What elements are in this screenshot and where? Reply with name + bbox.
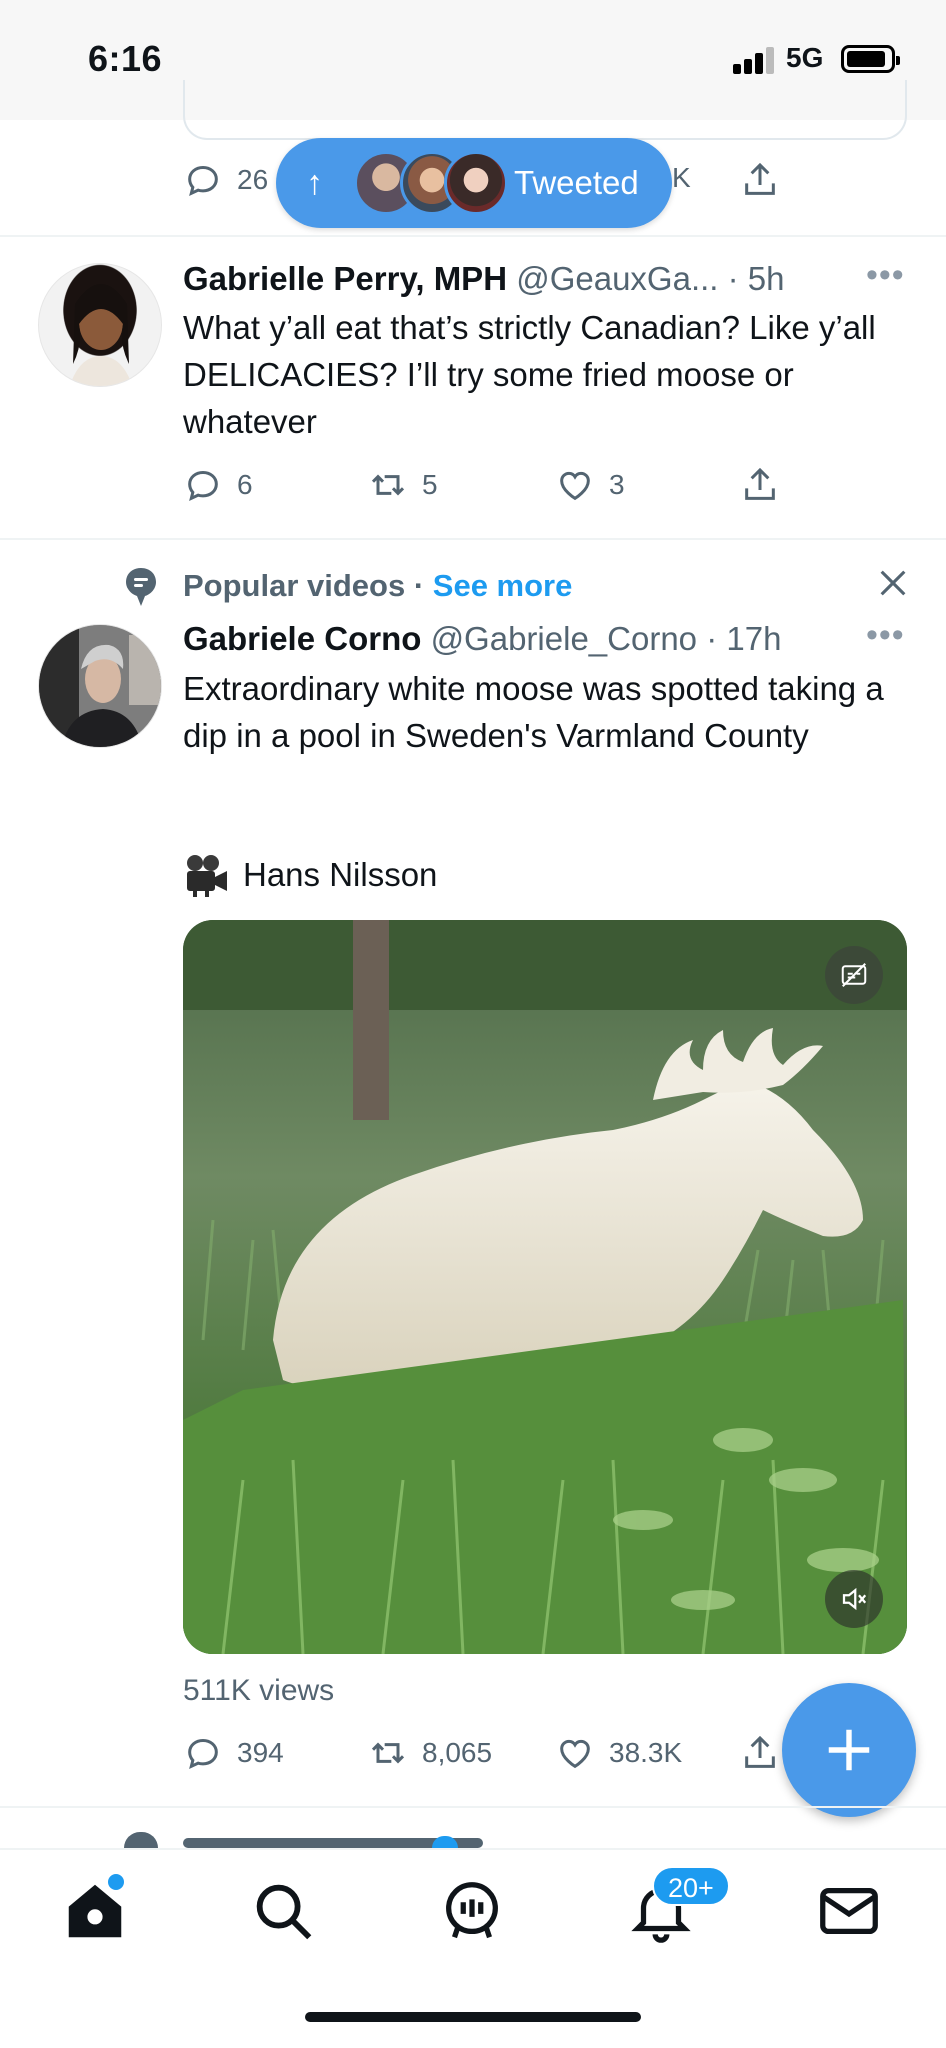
share-icon [745, 467, 775, 500]
prev-reply-count: 26 [237, 164, 269, 195]
tweet-time: · 17h [706, 620, 782, 657]
retweet-count: 8,065 [422, 1737, 493, 1768]
topic-icon [126, 568, 156, 606]
avatar-portrait [69, 284, 133, 386]
share-button[interactable] [740, 465, 780, 505]
avatar[interactable] [38, 624, 162, 748]
retweet-icon [371, 1742, 405, 1764]
compose-button[interactable] [782, 1683, 916, 1817]
author-handle[interactable]: @Gabriele_Corno [431, 620, 697, 657]
social-context-label: Popular videos · [183, 568, 433, 603]
reply-count: 6 [237, 469, 253, 500]
like-button[interactable]: 38.3K [555, 1733, 682, 1773]
video-credit[interactable]: Hans Nilsson [183, 853, 437, 897]
notifications-badge: 20+ [652, 1866, 730, 1906]
search-icon [256, 1884, 312, 1940]
arrow-up-icon: ↑ [306, 163, 323, 202]
prev-reply-button[interactable]: 26 [183, 160, 268, 200]
share-button[interactable] [740, 1733, 780, 1773]
see-more-link[interactable]: See more [433, 568, 573, 603]
battery-icon [841, 45, 900, 73]
closed-captions-icon [841, 963, 867, 987]
retweet-button[interactable]: 8,065 [368, 1733, 492, 1773]
next-tweet-topic-icon [124, 1832, 158, 1848]
quoted-card-edge[interactable] [183, 80, 907, 140]
tweet-text: What y’all eat that’s strictly Canadian?… [183, 309, 876, 440]
video-player[interactable] [183, 920, 907, 1654]
pill-avatars [354, 148, 508, 218]
tab-search[interactable] [248, 1876, 318, 1946]
pill-label: Tweeted [514, 164, 639, 201]
tweet-text: Extraordinary white moose was spotted ta… [183, 670, 884, 754]
more-icon[interactable]: ••• [866, 256, 905, 295]
mute-button[interactable] [825, 1570, 883, 1628]
reply-button[interactable]: 394 [183, 1733, 284, 1773]
status-time: 6:16 [88, 38, 163, 79]
author-handle[interactable]: @GeauxGa... [516, 260, 718, 297]
tweet-header: Gabrielle Perry, MPH @GeauxGa... · 5h [183, 260, 785, 298]
reply-icon [188, 165, 218, 197]
tab-messages[interactable] [814, 1876, 884, 1946]
divider [0, 538, 946, 540]
tab-spaces[interactable] [437, 1876, 507, 1946]
tweet-header: Gabriele Corno @Gabriele_Corno · 17h [183, 620, 781, 658]
home-indicator [305, 2012, 641, 2022]
author-name[interactable]: Gabriele Corno [183, 620, 421, 657]
more-icon[interactable]: ••• [866, 616, 905, 655]
retweet-button[interactable]: 5 [368, 465, 438, 505]
divider [0, 235, 946, 237]
closed-captions-button[interactable] [825, 946, 883, 1004]
retweet-icon [371, 474, 405, 496]
mute-icon [842, 1587, 867, 1611]
like-icon [560, 471, 590, 501]
prev-like-count: K [672, 162, 691, 193]
video-credit-name[interactable]: Hans Nilsson [243, 856, 437, 894]
mail-icon [820, 1887, 878, 1935]
avatar [444, 151, 508, 215]
social-context: Popular videos · See more [183, 568, 572, 604]
like-count: 3 [609, 469, 625, 500]
close-icon[interactable] [876, 566, 910, 600]
tweet-time: · 5h [727, 260, 785, 297]
avatar[interactable] [38, 263, 162, 387]
reply-button[interactable]: 6 [183, 465, 253, 505]
cellular-signal-icon [733, 46, 775, 74]
like-icon [560, 1739, 590, 1769]
reply-count: 394 [237, 1737, 284, 1768]
avatar-portrait [39, 625, 161, 747]
spaces-icon [446, 1882, 498, 1939]
reply-icon [188, 470, 218, 502]
video-camera-icon [187, 855, 227, 897]
view-count: 511K views [183, 1674, 335, 1707]
home-unread-dot [108, 1874, 124, 1890]
share-icon [745, 162, 775, 195]
compose-plus-icon [828, 1729, 870, 1771]
author-name[interactable]: Gabrielle Perry, MPH [183, 260, 507, 297]
retweet-count: 5 [422, 469, 438, 500]
new-tweets-pill[interactable]: ↑ Tweeted [276, 138, 672, 228]
reply-icon [188, 1738, 218, 1770]
share-icon [745, 1735, 775, 1768]
network-type: 5G [786, 42, 824, 73]
like-button[interactable]: 3 [555, 465, 625, 505]
prev-share-button[interactable] [740, 160, 780, 200]
divider [0, 1806, 946, 1808]
video-frame-white-moose [183, 920, 907, 1654]
like-count: 38.3K [609, 1737, 683, 1768]
prev-like-count-partial: K [672, 162, 691, 194]
